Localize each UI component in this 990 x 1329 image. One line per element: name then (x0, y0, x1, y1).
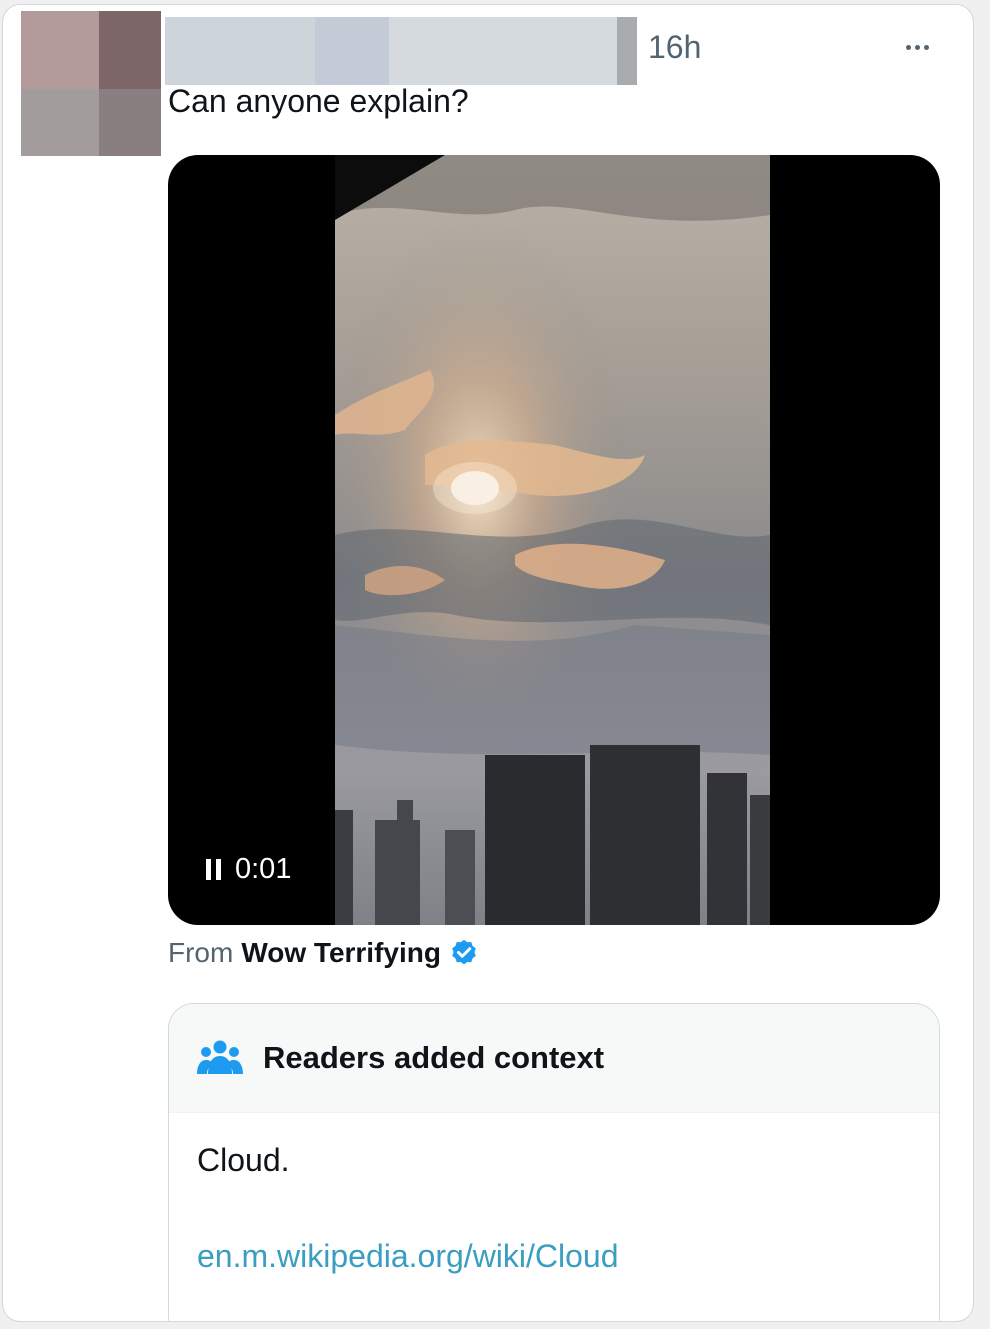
pause-icon[interactable] (206, 859, 221, 880)
video-player[interactable]: 0:01 (168, 155, 940, 925)
readers-icon (197, 1040, 243, 1074)
community-note-title: Readers added context (263, 1040, 605, 1075)
post-text: Can anyone explain? (168, 83, 469, 119)
community-note-body: Cloud. (197, 1142, 290, 1178)
verified-badge-icon (452, 939, 476, 965)
video-elapsed-time: 0:01 (235, 853, 292, 885)
source-prefix: From (168, 937, 234, 968)
author-name-redacted[interactable] (165, 17, 637, 85)
avatar-redacted[interactable] (21, 11, 161, 156)
community-note-header: Readers added context (169, 1004, 939, 1113)
source-account-name[interactable]: Wow Terrifying (241, 937, 441, 969)
community-note[interactable]: Readers added context Cloud. en.m.wikipe… (168, 1003, 940, 1321)
post-timestamp[interactable]: 16h (648, 29, 701, 66)
post-card[interactable]: 16h Can anyone explain? 0:01 From Wow Te… (2, 4, 974, 1322)
more-options-icon[interactable] (895, 27, 939, 67)
video-source: From Wow Terrifying (168, 937, 479, 969)
video-frame (335, 155, 770, 925)
community-note-link[interactable]: en.m.wikipedia.org/wiki/Cloud (197, 1238, 619, 1275)
video-controls: 0:01 (206, 853, 291, 886)
